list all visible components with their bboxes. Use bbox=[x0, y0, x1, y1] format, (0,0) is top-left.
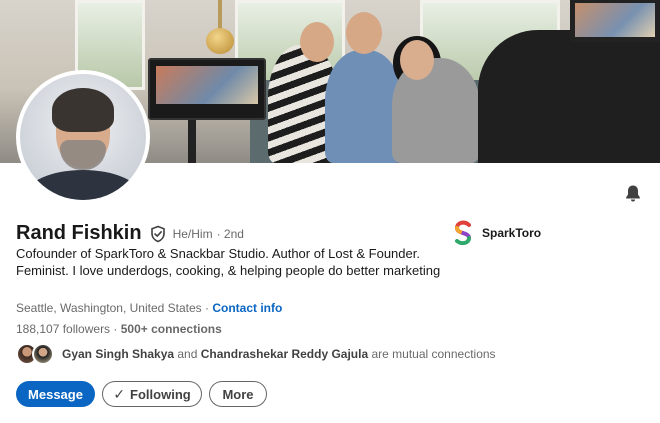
followers-count: 188,107 followers bbox=[16, 322, 111, 336]
check-icon: ✓ bbox=[113, 385, 126, 402]
avatar-beard bbox=[60, 140, 106, 170]
mutual-connections[interactable]: Gyan Singh Shakya and Chandrashekar Redd… bbox=[16, 343, 496, 365]
location-separator: · bbox=[201, 301, 213, 315]
profile-name: Rand Fishkin bbox=[16, 222, 142, 244]
banner-top-monitor bbox=[570, 0, 660, 42]
profile-headline: Cofounder of SparkToro & Snackbar Studio… bbox=[16, 246, 441, 278]
mutual-name-1: Gyan Singh Shakya bbox=[62, 347, 175, 361]
mutual-and: and bbox=[174, 347, 201, 361]
profile-avatar[interactable] bbox=[16, 70, 150, 204]
sparktoro-logo-icon bbox=[452, 220, 474, 246]
more-button-label: More bbox=[222, 386, 254, 402]
current-company[interactable]: SparkToro bbox=[452, 220, 541, 246]
connections-link[interactable]: 500+ connections bbox=[121, 322, 222, 336]
verified-shield-icon[interactable] bbox=[149, 225, 167, 243]
bell-icon-graphic bbox=[626, 185, 640, 202]
banner-monitor bbox=[148, 58, 266, 120]
banner-lamp bbox=[206, 28, 234, 54]
banner-person-head bbox=[400, 40, 434, 80]
sparktoro-logo-graphic bbox=[454, 220, 471, 246]
avatar-hair bbox=[52, 88, 114, 132]
banner-person-head bbox=[346, 12, 382, 54]
following-button[interactable]: ✓ Following bbox=[102, 381, 202, 407]
following-button-label: Following bbox=[130, 386, 191, 402]
avatar-photo bbox=[20, 74, 146, 200]
connection-degree: · 2nd bbox=[216, 226, 244, 241]
profile-pronouns: He/Him bbox=[172, 226, 213, 241]
bell-icon[interactable] bbox=[623, 183, 643, 203]
banner-top-monitor-screen bbox=[575, 3, 655, 37]
banner-monitor-screen bbox=[156, 66, 258, 104]
avatar-body bbox=[26, 170, 140, 200]
verified-shield-icon-graphic bbox=[150, 225, 165, 242]
profile-location-row: Seattle, Washington, United States · Con… bbox=[16, 301, 282, 315]
mutual-suffix: are mutual connections bbox=[368, 347, 496, 361]
banner-person-head bbox=[300, 22, 334, 62]
profile-location: Seattle, Washington, United States bbox=[16, 301, 202, 315]
profile-stats: 188,107 followers · 500+ connections bbox=[16, 322, 222, 336]
contact-info-link[interactable]: Contact info bbox=[212, 301, 282, 315]
message-button[interactable]: Message bbox=[16, 381, 95, 407]
company-name: SparkToro bbox=[482, 226, 542, 240]
mutual-connections-text: Gyan Singh Shakya and Chandrashekar Redd… bbox=[62, 347, 496, 361]
profile-name-row: Rand Fishkin He/Him · 2nd bbox=[16, 222, 244, 245]
mutual-avatar bbox=[32, 343, 54, 365]
message-button-label: Message bbox=[28, 386, 83, 402]
stats-separator: · bbox=[110, 322, 121, 336]
profile-actions: Message ✓ Following More bbox=[16, 381, 267, 407]
mutual-name-2: Chandrashekar Reddy Gajula bbox=[200, 347, 369, 361]
more-button[interactable]: More bbox=[209, 381, 267, 407]
banner-camera-operator bbox=[478, 30, 660, 163]
